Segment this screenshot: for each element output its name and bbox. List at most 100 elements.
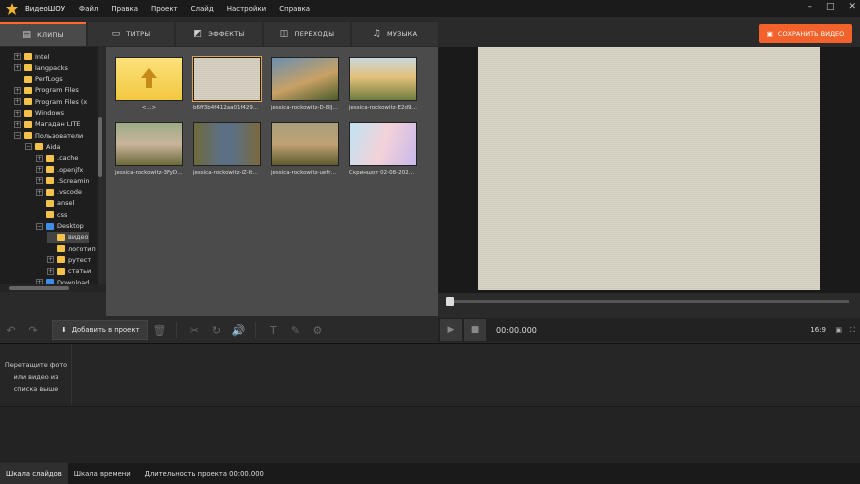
tree-item[interactable]: + статьи bbox=[47, 266, 91, 277]
scroll-thumb[interactable] bbox=[9, 286, 69, 290]
media-thumbnail[interactable]: jessica-rockowitz-D-8lJryA... bbox=[271, 57, 339, 111]
tree-item[interactable]: ansel bbox=[36, 198, 74, 209]
menu-file[interactable]: Файл bbox=[79, 5, 98, 13]
tree-item[interactable]: + .openjfx bbox=[36, 164, 83, 175]
tree-item-label: .Screamin bbox=[57, 176, 90, 185]
tree-item[interactable]: + Магадан LITE bbox=[14, 119, 80, 130]
tree-item[interactable]: логотип bbox=[47, 243, 96, 254]
menu-slide[interactable]: Слайд bbox=[191, 5, 214, 13]
tree-item[interactable]: + Download bbox=[36, 277, 89, 284]
menu-help[interactable]: Справка bbox=[279, 5, 310, 13]
music-icon: ♫ bbox=[372, 29, 382, 39]
save-video-label: СОХРАНИТЬ ВИДЕО bbox=[777, 29, 845, 38]
maximize-icon[interactable]: □ bbox=[826, 2, 835, 12]
tree-item[interactable]: + langpacks bbox=[14, 62, 68, 73]
tree-item[interactable]: − Aida bbox=[25, 141, 60, 152]
media-thumbnail[interactable]: b6ff3b4f412aa01f429d3d... bbox=[192, 56, 262, 111]
tree-item-label: статьи bbox=[68, 267, 92, 276]
add-to-project-button[interactable]: ⬇ Добавить в проект bbox=[52, 320, 149, 340]
tab-slide-scale[interactable]: Шкала слайдов bbox=[0, 463, 68, 484]
gear-icon[interactable]: ⚙ bbox=[306, 324, 328, 337]
collapse-icon[interactable]: − bbox=[14, 132, 21, 140]
rotate-icon[interactable]: ↻ bbox=[205, 324, 227, 337]
expand-icon[interactable]: + bbox=[47, 256, 54, 264]
tree-item[interactable]: + .Screamin bbox=[36, 175, 90, 186]
audio-lane[interactable] bbox=[0, 406, 860, 462]
folder-icon bbox=[46, 177, 54, 185]
redo-icon[interactable]: ↷ bbox=[22, 324, 44, 337]
preview-panel bbox=[438, 47, 860, 293]
menu-settings[interactable]: Настройки bbox=[227, 5, 267, 13]
tab-time-scale[interactable]: Шкала времени bbox=[68, 463, 137, 484]
tree-item[interactable]: − Desktop bbox=[36, 221, 84, 232]
text-icon[interactable]: T bbox=[262, 324, 284, 337]
parent-folder-item[interactable]: <...> bbox=[115, 57, 183, 111]
media-thumbnail[interactable]: jessica-rockowitz-E2d943e... bbox=[349, 57, 417, 111]
folder-icon bbox=[46, 188, 54, 196]
tab-music[interactable]: ♫ МУЗЫКА bbox=[352, 22, 438, 46]
expand-icon[interactable]: + bbox=[36, 177, 43, 185]
collapse-icon[interactable]: − bbox=[25, 143, 32, 151]
tab-clips[interactable]: ▤ КЛИПЫ bbox=[0, 22, 86, 46]
tree-vertical-scrollbar[interactable] bbox=[98, 47, 103, 284]
menu-edit[interactable]: Правка bbox=[111, 5, 138, 13]
save-video-button[interactable]: ▣ СОХРАНИТЬ ВИДЕО bbox=[759, 24, 852, 43]
tree-item[interactable]: + Windows bbox=[14, 108, 64, 119]
tab-effects[interactable]: ◩ ЭФФЕКТЫ bbox=[176, 22, 262, 46]
expand-icon[interactable]: + bbox=[14, 53, 21, 60]
tree-item[interactable]: + .cache bbox=[36, 153, 78, 164]
tree-item-label: langpacks bbox=[35, 63, 68, 72]
tree-horizontal-scrollbar[interactable] bbox=[0, 284, 106, 292]
undo-icon[interactable]: ↶ bbox=[0, 324, 22, 337]
tree-item[interactable]: + рутест bbox=[47, 254, 91, 265]
stop-button[interactable]: ■ bbox=[464, 319, 486, 341]
seek-bar[interactable] bbox=[446, 297, 849, 306]
status-bar: Шкала слайдов Шкала времени Длительность… bbox=[0, 463, 860, 484]
expand-icon[interactable]: + bbox=[14, 109, 21, 117]
snapshot-icon[interactable]: ▣ bbox=[835, 326, 842, 334]
expand-icon[interactable]: + bbox=[36, 166, 43, 173]
tab-titles[interactable]: ▭ ТИТРЫ bbox=[88, 22, 174, 46]
tree-item[interactable]: + .vscode bbox=[36, 187, 82, 198]
expand-icon[interactable]: + bbox=[14, 98, 21, 106]
folder-icon bbox=[46, 154, 54, 162]
menu-project[interactable]: Проект bbox=[151, 5, 178, 13]
aspect-ratio[interactable]: 16:9 bbox=[810, 326, 826, 334]
tree-item[interactable]: css bbox=[36, 209, 67, 220]
folder-icon bbox=[46, 166, 54, 173]
fullscreen-icon[interactable]: ⛶ bbox=[850, 326, 855, 335]
up-arrow-icon bbox=[115, 57, 183, 101]
panel-gap bbox=[0, 292, 106, 316]
tree-item[interactable]: видео bbox=[47, 231, 89, 243]
seek-handle[interactable] bbox=[446, 297, 454, 306]
expand-icon bbox=[47, 245, 54, 252]
magic-wand-icon[interactable]: ✎ bbox=[284, 324, 306, 337]
expand-icon[interactable]: + bbox=[14, 120, 21, 128]
tree-item[interactable]: + Intel bbox=[14, 51, 49, 62]
volume-icon[interactable]: 🔊 bbox=[227, 324, 249, 337]
tree-item-label: Магадан LITE bbox=[35, 120, 81, 129]
close-icon[interactable]: ✕ bbox=[848, 2, 856, 12]
minimize-icon[interactable]: – bbox=[807, 2, 812, 12]
expand-icon[interactable]: + bbox=[14, 86, 21, 94]
trash-icon[interactable]: 🗑 bbox=[148, 324, 170, 337]
expand-icon[interactable]: + bbox=[47, 267, 54, 275]
expand-icon[interactable]: + bbox=[36, 154, 43, 162]
tree-item[interactable]: PerfLogs bbox=[14, 74, 63, 85]
tab-transitions[interactable]: ◫ ПЕРЕХОДЫ bbox=[264, 22, 350, 46]
play-button[interactable]: ▶ bbox=[440, 319, 462, 341]
cut-icon[interactable]: ✂ bbox=[183, 324, 205, 337]
tree-item[interactable]: + Program Files (x bbox=[14, 96, 87, 107]
tree-item[interactable]: + Program Files bbox=[14, 85, 79, 96]
thumbnail-caption: b6ff3b4f412aa01f429d3d... bbox=[193, 105, 261, 111]
collapse-icon[interactable]: − bbox=[36, 222, 43, 230]
media-thumbnail[interactable]: Скриншот 02-08-2023 17... bbox=[349, 122, 417, 176]
scroll-thumb[interactable] bbox=[98, 117, 102, 177]
tree-item[interactable]: − Пользователи bbox=[14, 130, 83, 141]
expand-icon[interactable]: + bbox=[36, 188, 43, 196]
expand-icon[interactable]: + bbox=[14, 64, 21, 72]
drop-zone[interactable]: Перетащите фото или видео из списка выше bbox=[0, 344, 72, 404]
media-thumbnail[interactable]: jessica-rockowitz-iZ-ItdBV3j... bbox=[193, 122, 261, 176]
media-thumbnail[interactable]: jessica-rockowitz-uefr5_gt... bbox=[271, 122, 339, 176]
media-thumbnail[interactable]: jessica-rockowitz-3FyDZBS... bbox=[115, 122, 183, 176]
